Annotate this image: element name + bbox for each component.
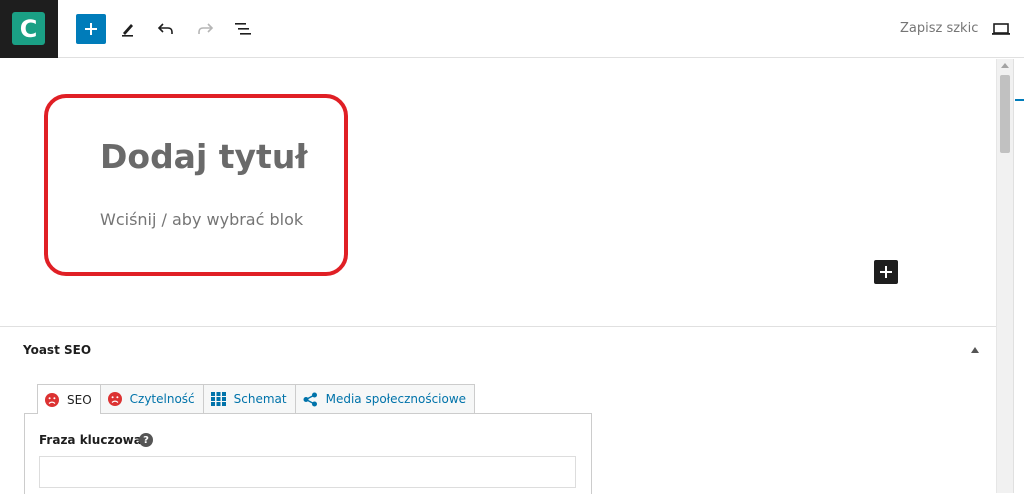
save-draft-button[interactable]: Zapisz szkic (900, 21, 978, 36)
redo-button[interactable] (190, 14, 220, 44)
inline-add-block-button[interactable] (874, 260, 898, 284)
scrollbar-thumb[interactable] (1000, 75, 1010, 153)
title-highlight-frame (44, 94, 348, 276)
sad-face-icon (45, 392, 59, 407)
plus-icon (880, 266, 892, 278)
editor-canvas: Dodaj tytuł Wciśnij / aby wybrać blok (0, 59, 996, 326)
tab-label: Czytelność (129, 392, 195, 406)
tab-seo[interactable]: SEO (37, 384, 101, 414)
tab-label: Media społecznościowe (325, 392, 467, 406)
undo-button[interactable] (151, 14, 181, 44)
tab-social[interactable]: Media społecznościowe (294, 384, 476, 413)
keyphrase-label: Fraza kluczowa (39, 433, 142, 447)
metabox-title[interactable]: Yoast SEO (23, 343, 91, 357)
sad-face-icon (107, 392, 122, 406)
seo-tab-panel: Fraza kluczowa ? (24, 413, 592, 494)
settings-sidebar-edge (1013, 59, 1024, 493)
tab-label: Schemat (233, 392, 287, 406)
plus-icon (85, 23, 97, 35)
yoast-metabox: Yoast SEO SEO Czytelność Schemat Media s… (0, 326, 996, 494)
desktop-preview-icon (992, 23, 1010, 35)
tab-schema[interactable]: Schemat (202, 384, 296, 413)
pencil-icon (122, 24, 133, 37)
keyphrase-input[interactable] (39, 456, 576, 488)
collapse-toggle-icon[interactable] (971, 347, 979, 353)
site-logo[interactable]: C (12, 12, 45, 45)
help-icon[interactable]: ? (139, 433, 153, 447)
site-logo-area[interactable]: C (0, 0, 58, 58)
redo-icon (198, 23, 214, 34)
grid-icon (210, 392, 226, 406)
tools-button[interactable] (113, 14, 143, 44)
share-icon (303, 392, 318, 407)
tab-label: SEO (67, 392, 92, 407)
editor-scrollbar[interactable] (996, 59, 1013, 493)
list-view-icon (235, 23, 251, 35)
tab-readability[interactable]: Czytelność (99, 384, 204, 413)
scroll-up-arrow-icon[interactable] (1001, 63, 1009, 68)
add-block-button[interactable] (76, 14, 106, 44)
list-view-button[interactable] (228, 14, 258, 44)
preview-button[interactable] (990, 18, 1012, 40)
sidebar-tab-indicator (1015, 99, 1024, 101)
post-title-input[interactable]: Dodaj tytuł (100, 137, 308, 176)
undo-icon (157, 23, 173, 34)
block-placeholder[interactable]: Wciśnij / aby wybrać blok (100, 210, 303, 229)
editor-toolbar: C Zapisz szkic (0, 0, 1024, 58)
yoast-tabs: SEO Czytelność Schemat Media społecznośc… (37, 384, 476, 414)
